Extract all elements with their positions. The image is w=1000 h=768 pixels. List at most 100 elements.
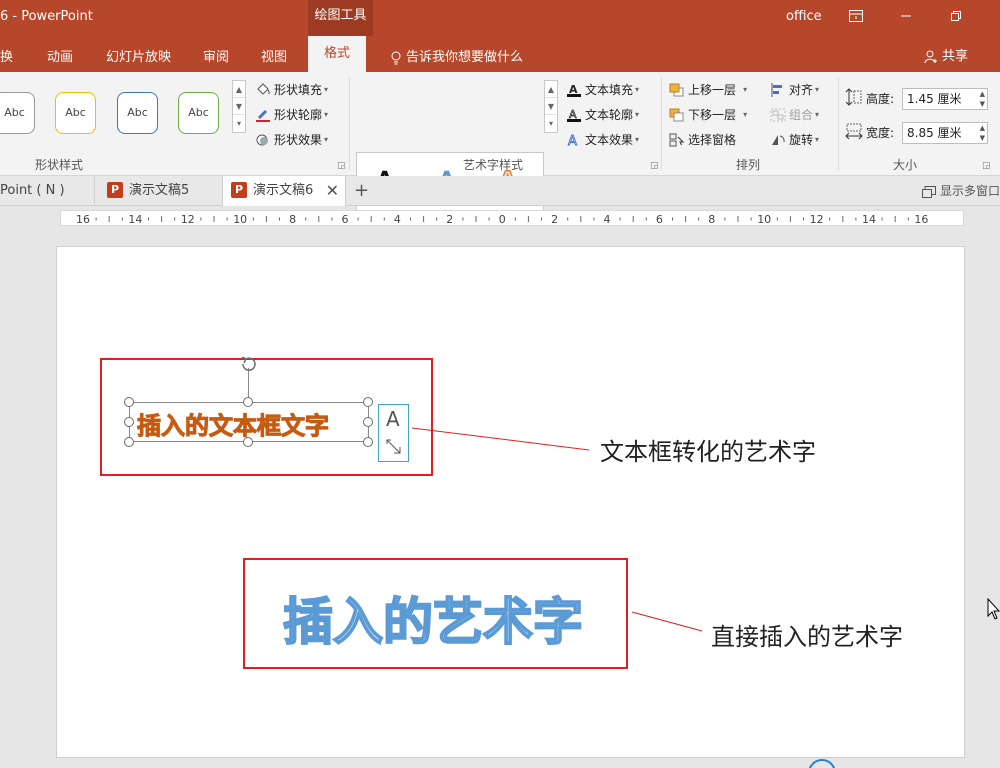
callout-lines bbox=[411, 427, 703, 632]
minimize-icon[interactable] bbox=[886, 0, 926, 32]
ruler-label: 12 bbox=[181, 213, 195, 226]
ruler-label: 12 bbox=[810, 213, 824, 226]
share-button[interactable]: 共享 bbox=[924, 45, 968, 64]
text-outline-icon: A bbox=[566, 107, 582, 122]
tell-me-search[interactable]: 告诉我你想要做什么 bbox=[390, 46, 523, 65]
send-backward-label: 下移一层 bbox=[688, 108, 737, 122]
text-effects-icon: A bbox=[566, 133, 582, 149]
doc-tab-point[interactable]: Point ( N ) bbox=[0, 176, 79, 206]
shape-effects-button[interactable]: 形状效果 ▾ bbox=[255, 131, 328, 148]
document-tabs: Point ( N ) P 演示文稿5 P 演示文稿6 ✕ + 显示多窗口 bbox=[0, 176, 1000, 206]
lightbulb-icon bbox=[391, 51, 401, 64]
tab-animations[interactable]: 动画 bbox=[47, 46, 73, 65]
selection-pane-button[interactable]: 选择窗格 bbox=[669, 131, 736, 148]
height-spinner[interactable]: ▲ ▼ bbox=[980, 89, 985, 109]
title-bar: 6 - PowerPoint 绘图工具 office bbox=[0, 0, 1000, 36]
powerpoint-icon: P bbox=[231, 181, 247, 198]
group-label-arrange: 排列 bbox=[736, 158, 761, 172]
shape-outline-label: 形状轮廓 bbox=[274, 108, 323, 122]
dialog-launcher-icon[interactable]: ◲ bbox=[650, 161, 659, 171]
new-tab-button[interactable]: + bbox=[354, 176, 369, 206]
ruler-label: 0 bbox=[499, 213, 506, 226]
scroll-down-icon[interactable]: ▼ bbox=[545, 98, 557, 115]
gallery-more-icon[interactable]: ▾ bbox=[233, 115, 245, 132]
text-outline-label: 文本轮廓 bbox=[585, 108, 634, 122]
pencil-icon bbox=[255, 108, 271, 122]
inserted-wordart-text[interactable]: 插入的艺术字 bbox=[282, 582, 584, 654]
tab-view[interactable]: 视图 bbox=[261, 46, 287, 65]
ribbon-separator bbox=[661, 78, 662, 170]
shape-effects-icon bbox=[255, 133, 271, 147]
ribbon-separator bbox=[838, 78, 839, 170]
send-backward-button[interactable]: 下移一层 ▾ bbox=[669, 106, 747, 123]
group-button[interactable]: 组合 ▾ bbox=[770, 106, 819, 123]
shape-style-swatch-2[interactable]: Abc bbox=[55, 92, 96, 134]
ruler-label: 4 bbox=[604, 213, 611, 226]
send-backward-icon bbox=[669, 108, 685, 122]
windows-icon bbox=[922, 185, 936, 198]
rotate-button[interactable]: 旋转 ▾ bbox=[770, 131, 819, 148]
doc-tab-presentation6[interactable]: P 演示文稿6 ✕ bbox=[222, 176, 346, 206]
powerpoint-icon: P bbox=[107, 181, 123, 198]
text-outline-button[interactable]: A 文本轮廓 ▾ bbox=[566, 106, 639, 123]
bring-forward-icon bbox=[669, 83, 685, 97]
ruler-label: 2 bbox=[446, 213, 453, 226]
shape-style-swatch-3[interactable]: Abc bbox=[117, 92, 158, 134]
person-icon bbox=[924, 50, 937, 63]
group-label: 组合 bbox=[789, 108, 814, 122]
tab-format[interactable]: 格式 bbox=[308, 36, 367, 72]
scroll-up-icon[interactable]: ▲ bbox=[233, 81, 245, 98]
scroll-up-icon[interactable]: ▲ bbox=[545, 81, 557, 98]
doc-tab-label: 演示文稿5 bbox=[129, 183, 190, 198]
ruler-label: 14 bbox=[128, 213, 142, 226]
text-fill-label: 文本填充 bbox=[585, 83, 634, 97]
shape-height-icon bbox=[845, 88, 863, 110]
shape-height-input[interactable]: 1.45 厘米 ▲ ▼ bbox=[902, 88, 988, 110]
shape-width-input[interactable]: 8.85 厘米 ▲ ▼ bbox=[902, 122, 988, 144]
tab-slideshow[interactable]: 幻灯片放映 bbox=[106, 46, 171, 65]
gallery-more-icon[interactable]: ▾ bbox=[545, 115, 557, 132]
restore-icon[interactable] bbox=[936, 0, 976, 32]
context-tab-drawing-tools[interactable]: 绘图工具 bbox=[308, 0, 373, 36]
dialog-launcher-icon[interactable]: ◲ bbox=[337, 161, 346, 171]
text-effects-button[interactable]: A 文本效果 ▾ bbox=[566, 131, 639, 149]
ruler-label: 8 bbox=[289, 213, 296, 226]
ruler-label: 8 bbox=[708, 213, 715, 226]
show-multi-window-button[interactable]: 显示多窗口 bbox=[922, 176, 1000, 206]
bring-forward-button[interactable]: 上移一层 ▾ bbox=[669, 81, 747, 98]
share-label: 共享 bbox=[942, 49, 969, 64]
rotate-label: 旋转 bbox=[789, 133, 814, 147]
shape-fill-button[interactable]: 形状填充 ▾ bbox=[255, 81, 328, 98]
group-icon bbox=[770, 108, 786, 122]
text-fill-button[interactable]: A 文本填充 ▾ bbox=[566, 81, 639, 98]
shape-effects-label: 形状效果 bbox=[274, 133, 323, 147]
tab-review[interactable]: 审阅 bbox=[203, 46, 229, 65]
ribbon-display-options-icon[interactable] bbox=[836, 0, 876, 32]
shape-style-swatch-1[interactable]: Abc bbox=[0, 92, 35, 134]
slide-canvas[interactable]: 插入的文本框文字 A 文本框转化的艺术字 插入的艺术字 直接插入的艺术字 bbox=[56, 246, 965, 758]
ruler-label: 14 bbox=[862, 213, 876, 226]
shape-style-gallery-scroll[interactable]: ▲ ▼ ▾ bbox=[232, 80, 246, 133]
user-name[interactable]: office bbox=[786, 9, 822, 24]
ruler-ticks: 16 14 12 10 8 6 4 2 0 2 4 6 8 10 12 14 16 bbox=[76, 213, 928, 226]
align-button[interactable]: 对齐 ▾ bbox=[770, 81, 819, 98]
ribbon-tabs: 换 动画 幻灯片放映 审阅 视图 格式 告诉我你想要做什么 共享 bbox=[0, 36, 1000, 72]
shape-style-swatch-4[interactable]: Abc bbox=[178, 92, 219, 134]
align-label: 对齐 bbox=[789, 83, 814, 97]
tab-transitions[interactable]: 换 bbox=[0, 46, 13, 65]
show-multi-window-label: 显示多窗口 bbox=[940, 184, 1000, 198]
horizontal-ruler[interactable]: 16 14 12 10 8 6 4 2 0 2 4 6 8 10 12 14 16 bbox=[60, 210, 964, 226]
width-spinner[interactable]: ▲ ▼ bbox=[980, 123, 985, 143]
height-label: 高度: bbox=[866, 92, 895, 106]
shape-outline-button[interactable]: 形状轮廓 ▾ bbox=[255, 106, 328, 123]
wordart-gallery-scroll[interactable]: ▲ ▼ ▾ bbox=[544, 80, 558, 133]
close-tab-icon[interactable]: ✕ bbox=[326, 176, 339, 206]
status-indicator-icon bbox=[808, 759, 836, 768]
window-title: 6 - PowerPoint bbox=[0, 9, 93, 24]
width-label: 宽度: bbox=[866, 126, 895, 140]
scroll-down-icon[interactable]: ▼ bbox=[233, 98, 245, 115]
dialog-launcher-icon[interactable]: ◲ bbox=[982, 161, 991, 171]
text-effects-label: 文本效果 bbox=[585, 133, 634, 147]
rotate-icon bbox=[770, 133, 786, 147]
doc-tab-presentation5[interactable]: P 演示文稿5 bbox=[94, 176, 201, 206]
